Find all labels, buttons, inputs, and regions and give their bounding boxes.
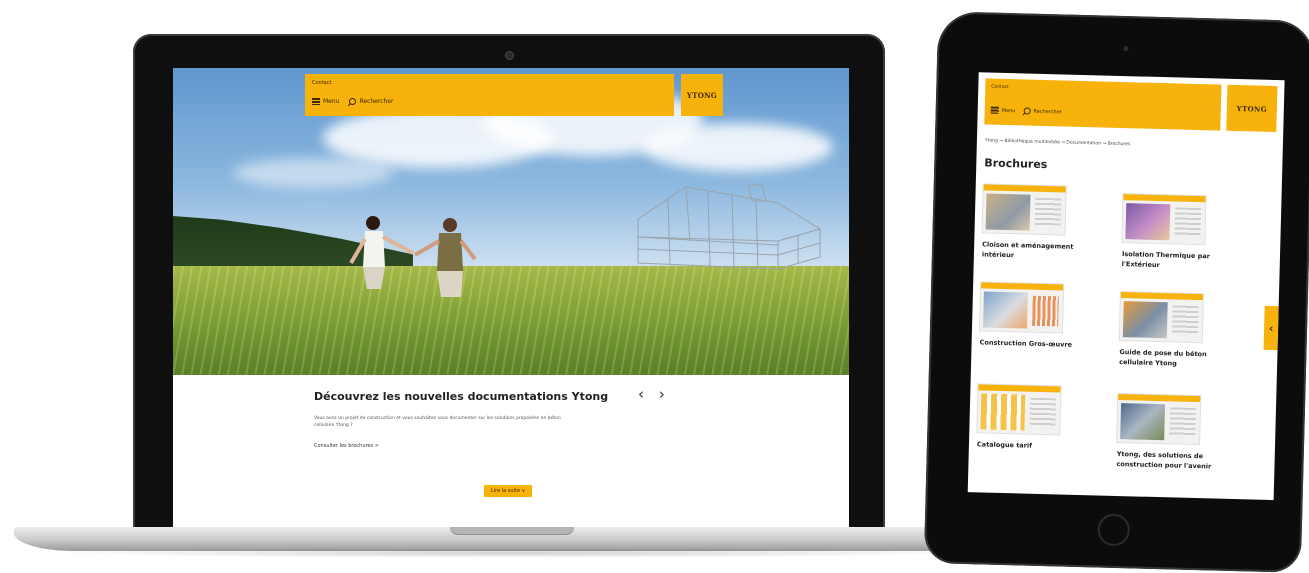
read-more-button[interactable]: Lire la suite ∨ bbox=[484, 485, 533, 497]
brochure-title: Isolation Thermique par l'Extérieur bbox=[1121, 250, 1211, 270]
brochure-title: Construction Gros-œuvre bbox=[979, 338, 1073, 349]
site-header: Contact Menu Rechercher bbox=[305, 74, 674, 116]
search-button[interactable]: Rechercher bbox=[349, 98, 393, 105]
brochure-thumbnail bbox=[1119, 292, 1203, 343]
brochure-card[interactable]: Isolation Thermique par l'Extérieur bbox=[1122, 194, 1244, 272]
laptop-screen: Contact Menu Rechercher YTONG Découvrez … bbox=[173, 68, 849, 532]
contact-link[interactable]: Contact bbox=[312, 80, 331, 86]
ytong-logo[interactable]: YTONG bbox=[681, 74, 723, 116]
brochure-card[interactable]: Catalogue tarif bbox=[977, 384, 1099, 452]
brochure-thumbnail bbox=[979, 282, 1064, 333]
brochure-card[interactable]: Cloison et aménagement intérieur bbox=[982, 184, 1104, 262]
tablet-contact-link[interactable]: Contact bbox=[991, 85, 1009, 90]
hamburger-icon bbox=[312, 98, 320, 105]
brochure-title: Guide de pose du béton cellulaire Ytong bbox=[1119, 348, 1207, 368]
tablet-search-button[interactable]: Rechercher bbox=[1023, 107, 1062, 115]
home-button bbox=[1097, 513, 1131, 547]
brochure-title: Ytong, des solutions de construction pou… bbox=[1116, 449, 1212, 471]
header-nav: Menu Rechercher bbox=[312, 98, 393, 105]
tablet: Contact Menu Rechercher YTONG Ytong → Bi… bbox=[923, 11, 1309, 573]
tablet-logo-text: YTONG bbox=[1236, 103, 1268, 114]
tablet-menu-button[interactable]: Menu bbox=[990, 106, 1016, 115]
breadcrumb[interactable]: Ytong → Bibliothèque multimédia → Docume… bbox=[985, 138, 1131, 147]
tablet-ytong-logo[interactable]: YTONG bbox=[1226, 84, 1278, 133]
wireframe-house bbox=[637, 184, 822, 270]
hero-panel: Découvrez les nouvelles documentations Y… bbox=[173, 375, 849, 532]
brochure-thumbnail bbox=[977, 384, 1061, 435]
hero-description: Vous avez un projet de construction et v… bbox=[314, 416, 561, 428]
menu-button[interactable]: Menu bbox=[312, 98, 339, 105]
hero-title: Découvrez les nouvelles documentations Y… bbox=[314, 390, 609, 403]
search-icon bbox=[1023, 107, 1031, 115]
laptop: Contact Menu Rechercher YTONG Découvrez … bbox=[133, 34, 885, 532]
brochure-card[interactable]: Guide de pose du béton cellulaire Ytong bbox=[1119, 292, 1241, 370]
side-arrow-button[interactable]: ‹ bbox=[1263, 305, 1279, 351]
tablet-header-nav: Menu Rechercher bbox=[990, 106, 1062, 116]
brochure-thumbnail bbox=[1117, 394, 1201, 445]
tablet-screen: Contact Menu Rechercher YTONG Ytong → Bi… bbox=[967, 72, 1285, 501]
tablet-site-header: Contact Menu Rechercher bbox=[984, 78, 1222, 131]
brochures-link[interactable]: Consulter les brochures > bbox=[314, 443, 379, 449]
brochure-thumbnail bbox=[982, 184, 1066, 235]
menu-label: Menu bbox=[323, 98, 340, 105]
brochure-thumbnail bbox=[1122, 194, 1206, 245]
tablet-menu-label: Menu bbox=[1001, 107, 1016, 114]
laptop-camera bbox=[505, 51, 514, 60]
logo-text: YTONG bbox=[686, 90, 718, 100]
page-title: Brochures bbox=[984, 156, 1048, 172]
tablet-camera bbox=[1123, 46, 1129, 52]
brochure-card[interactable]: Ytong, des solutions de construction pou… bbox=[1116, 394, 1238, 472]
laptop-notch bbox=[450, 527, 574, 535]
tablet-search-label: Rechercher bbox=[1033, 108, 1062, 115]
brochure-title: Cloison et aménagement intérieur bbox=[981, 240, 1074, 260]
search-label: Rechercher bbox=[359, 98, 394, 105]
hamburger-icon bbox=[990, 106, 999, 114]
search-icon bbox=[349, 98, 357, 105]
brochure-card[interactable]: Construction Gros-œuvre bbox=[980, 282, 1102, 350]
brochure-title: Catalogue tarif bbox=[976, 440, 1033, 450]
couple-running bbox=[349, 216, 477, 297]
carousel-arrows[interactable]: ‹ › bbox=[638, 385, 670, 403]
